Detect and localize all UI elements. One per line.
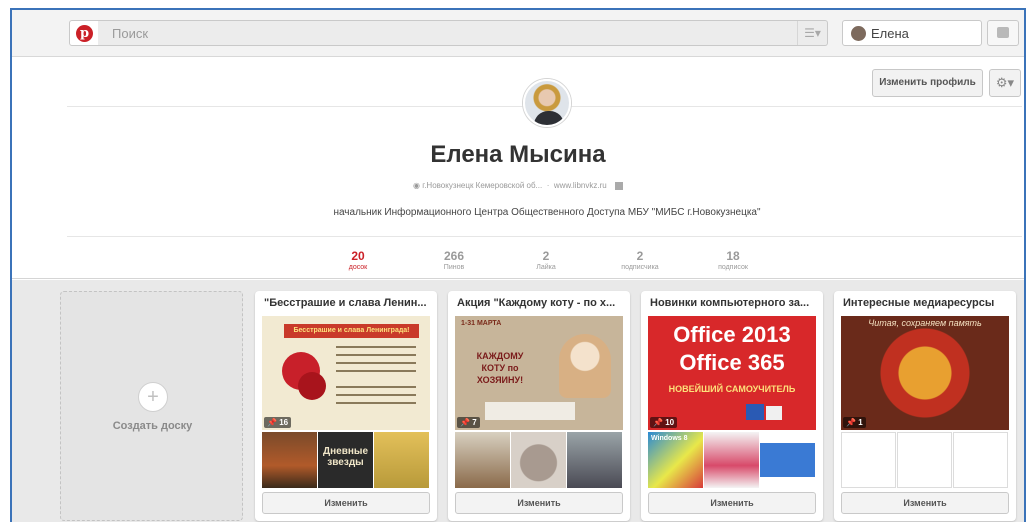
board-card[interactable]: Новинки компьютерного за... Office 2013 …: [641, 291, 823, 521]
stat-value: 18: [726, 249, 740, 263]
board-thumbnail[interactable]: [262, 432, 317, 488]
plus-icon: +: [138, 382, 168, 412]
stat-label: досок: [348, 264, 368, 271]
notifications-icon: [997, 27, 1009, 38]
search-input[interactable]: Поиск: [112, 26, 148, 41]
cover-line-1: Office 2013: [673, 322, 791, 347]
board-title[interactable]: Интересные медиаресурсы: [843, 297, 1011, 309]
stat-value: 20: [351, 249, 365, 263]
board-thumbnail[interactable]: [455, 432, 510, 488]
board-thumbnail[interactable]: Дневные звезды: [318, 432, 373, 488]
board-cover-image[interactable]: 1-31 МАРТА КАЖДОМУ КОТУ по ХОЗЯИНУ! 📌 7: [455, 316, 623, 430]
edit-board-button[interactable]: Изменить: [455, 492, 623, 514]
stat-pins[interactable]: 266 Пинов: [409, 249, 499, 271]
board-cover-image[interactable]: Читая, сохраняем память 📌 1: [841, 316, 1009, 430]
top-bar: p Поиск ☰▾ Елена: [12, 10, 1024, 57]
cover-campaign-text: КАЖДОМУ КОТУ по ХОЗЯИНУ!: [476, 351, 524, 385]
stat-label: подписок: [718, 264, 748, 271]
pinterest-logo-icon: p: [76, 25, 93, 42]
board-title[interactable]: Новинки компьютерного за...: [650, 297, 818, 309]
edit-board-button[interactable]: Изменить: [262, 492, 430, 514]
pin-count-badge: 📌 10: [650, 417, 678, 428]
profile-website-link[interactable]: www.libnvkz.ru: [554, 181, 607, 190]
board-thumbnail[interactable]: Windows 8: [648, 432, 703, 488]
facebook-icon[interactable]: [614, 181, 623, 190]
user-menu-button[interactable]: Елена: [842, 20, 982, 46]
board-thumbnails: [455, 432, 623, 488]
board-cover-image[interactable]: Бесстрашие и слава Ленинграда! 📌 16: [262, 316, 430, 430]
notifications-button[interactable]: [987, 20, 1019, 46]
cover-banner-text: Бесстрашие и слава Ленинграда!: [284, 324, 419, 338]
user-name: Елена: [871, 26, 909, 41]
board-card[interactable]: "Бесстрашие и слава Ленин... Бесстрашие …: [255, 291, 437, 521]
board-thumbnail-empty: [841, 432, 896, 488]
boards-grid: + Создать доску "Бесстрашие и слава Лени…: [12, 280, 1024, 522]
stat-label: Лайка: [536, 264, 556, 271]
pinterest-logo-button[interactable]: p: [69, 20, 99, 46]
categories-menu-icon[interactable]: ☰▾: [797, 21, 827, 45]
profile-avatar: [523, 79, 571, 127]
board-thumbnail-empty: [897, 432, 952, 488]
stat-value: 2: [636, 249, 644, 263]
profile-bio: начальник Информационного Центра Обществ…: [333, 207, 761, 218]
create-board-button[interactable]: + Создать доску: [60, 291, 243, 521]
pin-count-badge: 📌 16: [264, 417, 292, 428]
create-board-label: Создать доску: [112, 420, 193, 432]
profile-meta: ◉ г.Новокузнецк Кемеровской об... · www.…: [12, 181, 1024, 190]
board-title[interactable]: "Бесстрашие и слава Ленин...: [264, 297, 432, 309]
board-thumbnails: Windows 8: [648, 432, 816, 488]
board-thumbnail[interactable]: [567, 432, 622, 488]
board-cover-image[interactable]: Office 2013 Office 365 НОВЕЙШИЙ САМОУЧИТ…: [648, 316, 816, 430]
stat-value: 2: [542, 249, 550, 263]
cover-line-2: Office 365: [679, 350, 785, 375]
cover-line-3: НОВЕЙШИЙ САМОУЧИТЕЛЬ: [668, 384, 796, 394]
stat-likes[interactable]: 2 Лайка: [501, 249, 591, 271]
pin-count-badge: 📌 7: [457, 417, 480, 428]
settings-gear-icon[interactable]: ⚙▾: [989, 69, 1021, 97]
stat-label: Пинов: [443, 264, 465, 271]
board-thumbnail[interactable]: [374, 432, 429, 488]
user-avatar-icon: [851, 26, 866, 41]
board-thumbnails: [841, 432, 1009, 488]
stat-following[interactable]: 18 подписок: [688, 249, 778, 271]
board-thumbnail[interactable]: [704, 432, 759, 488]
profile-name: Елена Мысина: [430, 141, 606, 168]
browser-frame: p Поиск ☰▾ Елена Изменить профиль ⚙▾ Еле…: [10, 8, 1026, 522]
cover-caption: Читая, сохраняем память: [868, 318, 982, 328]
stat-boards[interactable]: 20 досок: [313, 249, 403, 271]
stat-followers[interactable]: 2 подписчика: [595, 249, 685, 271]
board-card[interactable]: Акция "Каждому коту - по х... 1-31 МАРТА…: [448, 291, 630, 521]
stat-label: подписчика: [621, 264, 659, 271]
board-thumbnail[interactable]: [760, 432, 815, 488]
cover-date-text: 1-31 МАРТА: [461, 320, 502, 327]
board-thumbnail-empty: [953, 432, 1008, 488]
edit-profile-button[interactable]: Изменить профиль: [872, 69, 983, 97]
board-title[interactable]: Акция "Каждому коту - по х...: [457, 297, 625, 309]
location-icon: ◉: [413, 181, 423, 190]
divider: [67, 236, 1022, 237]
pin-count-badge: 📌 1: [843, 417, 866, 428]
stat-value: 266: [443, 249, 465, 263]
profile-header: Изменить профиль ⚙▾ Елена Мысина ◉ г.Нов…: [12, 57, 1024, 279]
edit-board-button[interactable]: Изменить: [841, 492, 1009, 514]
profile-location: г.Новокузнецк Кемеровской об...: [422, 181, 543, 190]
search-bar[interactable]: Поиск ☰▾: [98, 20, 828, 46]
board-card[interactable]: Интересные медиаресурсы Читая, сохраняем…: [834, 291, 1016, 521]
edit-board-button[interactable]: Изменить: [648, 492, 816, 514]
board-thumbnails: Дневные звезды: [262, 432, 430, 488]
board-thumbnail[interactable]: [511, 432, 566, 488]
